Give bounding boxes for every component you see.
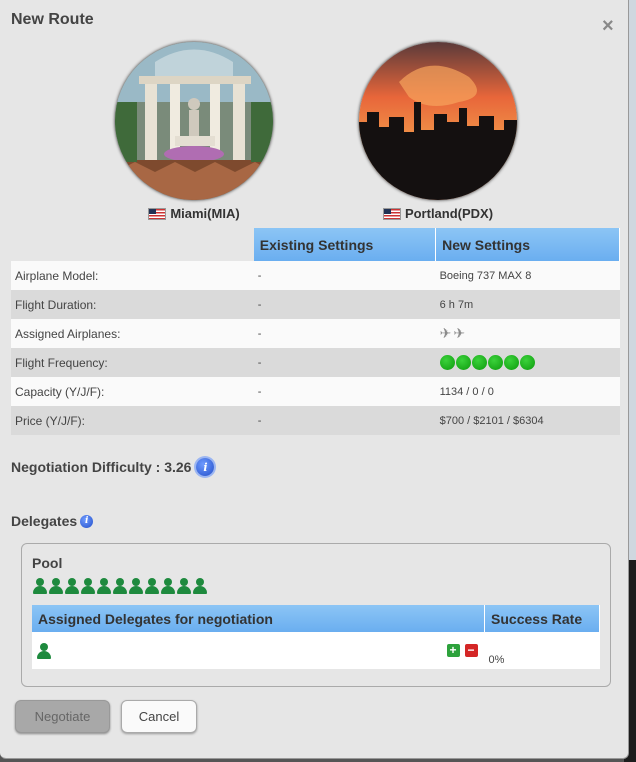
frequency-dot-icon (455, 355, 471, 370)
assigned-delegates-table: Assigned Delegates for negotiation Succe… (32, 605, 600, 669)
negotiation-difficulty: Negotiation Difficulty : 3.26 i (11, 458, 215, 476)
info-icon[interactable]: i (196, 458, 215, 476)
delegate-pool (32, 577, 208, 595)
origin-city-label: Miami(MIA) (114, 206, 274, 221)
info-icon[interactable]: i (80, 514, 94, 528)
airplane-icon: ✈ (453, 325, 466, 341)
delegate-icon (192, 577, 208, 595)
assigned-airplanes-existing: - (253, 319, 436, 348)
airplane-icon: ✈ (439, 325, 452, 341)
origin-city-name: Miami(MIA) (170, 206, 240, 221)
route-settings-table: Existing Settings New Settings Airplane … (11, 228, 620, 435)
delegate-pool-panel: Pool Assigned Delegates for negotiation … (21, 543, 611, 687)
us-flag-icon (382, 207, 401, 220)
table-row: + − 0% (32, 632, 600, 669)
flight-duration-label: Flight Duration: (11, 290, 254, 319)
table-row: Flight Duration: - 6 h 7m (11, 290, 620, 319)
flight-frequency-new (435, 348, 620, 377)
settings-header-blank (11, 228, 254, 261)
flight-duration-new: 6 h 7m (435, 290, 620, 319)
cancel-button[interactable]: Cancel (121, 700, 197, 733)
delegates-title-label: Delegates (11, 513, 78, 529)
new-route-modal: New Route × Miami(MIA) Portland(PDX) Exi… (0, 0, 629, 759)
delegate-icon (64, 577, 80, 595)
remove-delegate-button[interactable]: − (464, 644, 478, 657)
assigned-delegates-cell: + − (32, 632, 485, 669)
destination-city-label: Portland(PDX) (358, 206, 518, 221)
flight-frequency-label: Flight Frequency: (11, 348, 254, 377)
delegate-icon (112, 577, 128, 595)
destination-city-name: Portland(PDX) (404, 206, 494, 221)
add-delegate-button[interactable]: + (446, 644, 460, 657)
airplane-model-existing: - (253, 261, 436, 290)
assigned-airplanes-icons: ✈ ✈ (440, 325, 619, 342)
delegate-icon (144, 577, 160, 595)
delegate-icon (176, 577, 192, 595)
table-row: Capacity (Y/J/F): - 1134 / 0 / 0 (11, 377, 620, 406)
delegate-icon (32, 577, 48, 595)
airplane-model-label: Airplane Model: (11, 261, 254, 290)
frequency-dot-icon (503, 355, 519, 370)
frequency-dot-icon (487, 355, 503, 370)
table-row: Price (Y/J/F): - $700 / $2101 / $6304 (11, 406, 620, 435)
destination-airport: Portland(PDX) (358, 42, 518, 221)
us-flag-icon (148, 207, 167, 220)
delegate-adjust-controls: + − (446, 644, 478, 657)
capacity-label: Capacity (Y/J/F): (11, 377, 254, 406)
delegate-icon (128, 577, 144, 595)
negotiation-difficulty-label: Negotiation Difficulty : 3.26 (11, 459, 192, 475)
frequency-dot-icon (519, 355, 535, 370)
delegate-icon (80, 577, 96, 595)
frequency-dot-icon (439, 355, 455, 370)
delegate-icon (48, 577, 64, 595)
price-existing: - (253, 406, 436, 435)
success-rate-value: 0% (484, 632, 600, 669)
close-icon[interactable]: × (602, 16, 614, 36)
delegate-icon (96, 577, 112, 595)
delegate-icon (160, 577, 176, 595)
flight-duration-existing: - (253, 290, 436, 319)
assigned-delegates (36, 642, 52, 660)
airplane-model-new: Boeing 737 MAX 8 (435, 261, 620, 290)
delegates-title: Delegates i (11, 513, 94, 529)
pool-title: Pool (32, 555, 63, 571)
destination-city-photo (359, 42, 517, 200)
success-rate-header: Success Rate (484, 605, 600, 632)
negotiate-button[interactable]: Negotiate (15, 700, 110, 733)
price-label: Price (Y/J/F): (11, 406, 254, 435)
new-settings-header: New Settings (435, 228, 620, 261)
flight-frequency-dots (439, 355, 619, 370)
assigned-airplanes-new: ✈ ✈ (435, 319, 620, 348)
flight-frequency-existing: - (253, 348, 436, 377)
capacity-existing: - (253, 377, 436, 406)
table-row: Assigned Airplanes: - ✈ ✈ (11, 319, 620, 348)
assigned-airplanes-label: Assigned Airplanes: (11, 319, 254, 348)
origin-city-photo (115, 42, 273, 200)
assigned-delegates-header: Assigned Delegates for negotiation (32, 605, 486, 632)
existing-settings-header: Existing Settings (253, 228, 437, 261)
modal-title: New Route (11, 11, 94, 28)
price-new: $700 / $2101 / $6304 (435, 406, 620, 435)
table-row: Flight Frequency: - (11, 348, 620, 377)
origin-airport: Miami(MIA) (114, 42, 274, 221)
table-row: Airplane Model: - Boeing 737 MAX 8 (11, 261, 620, 290)
assigned-delegate-icon (36, 642, 52, 660)
capacity-new: 1134 / 0 / 0 (435, 377, 620, 406)
frequency-dot-icon (471, 355, 487, 370)
